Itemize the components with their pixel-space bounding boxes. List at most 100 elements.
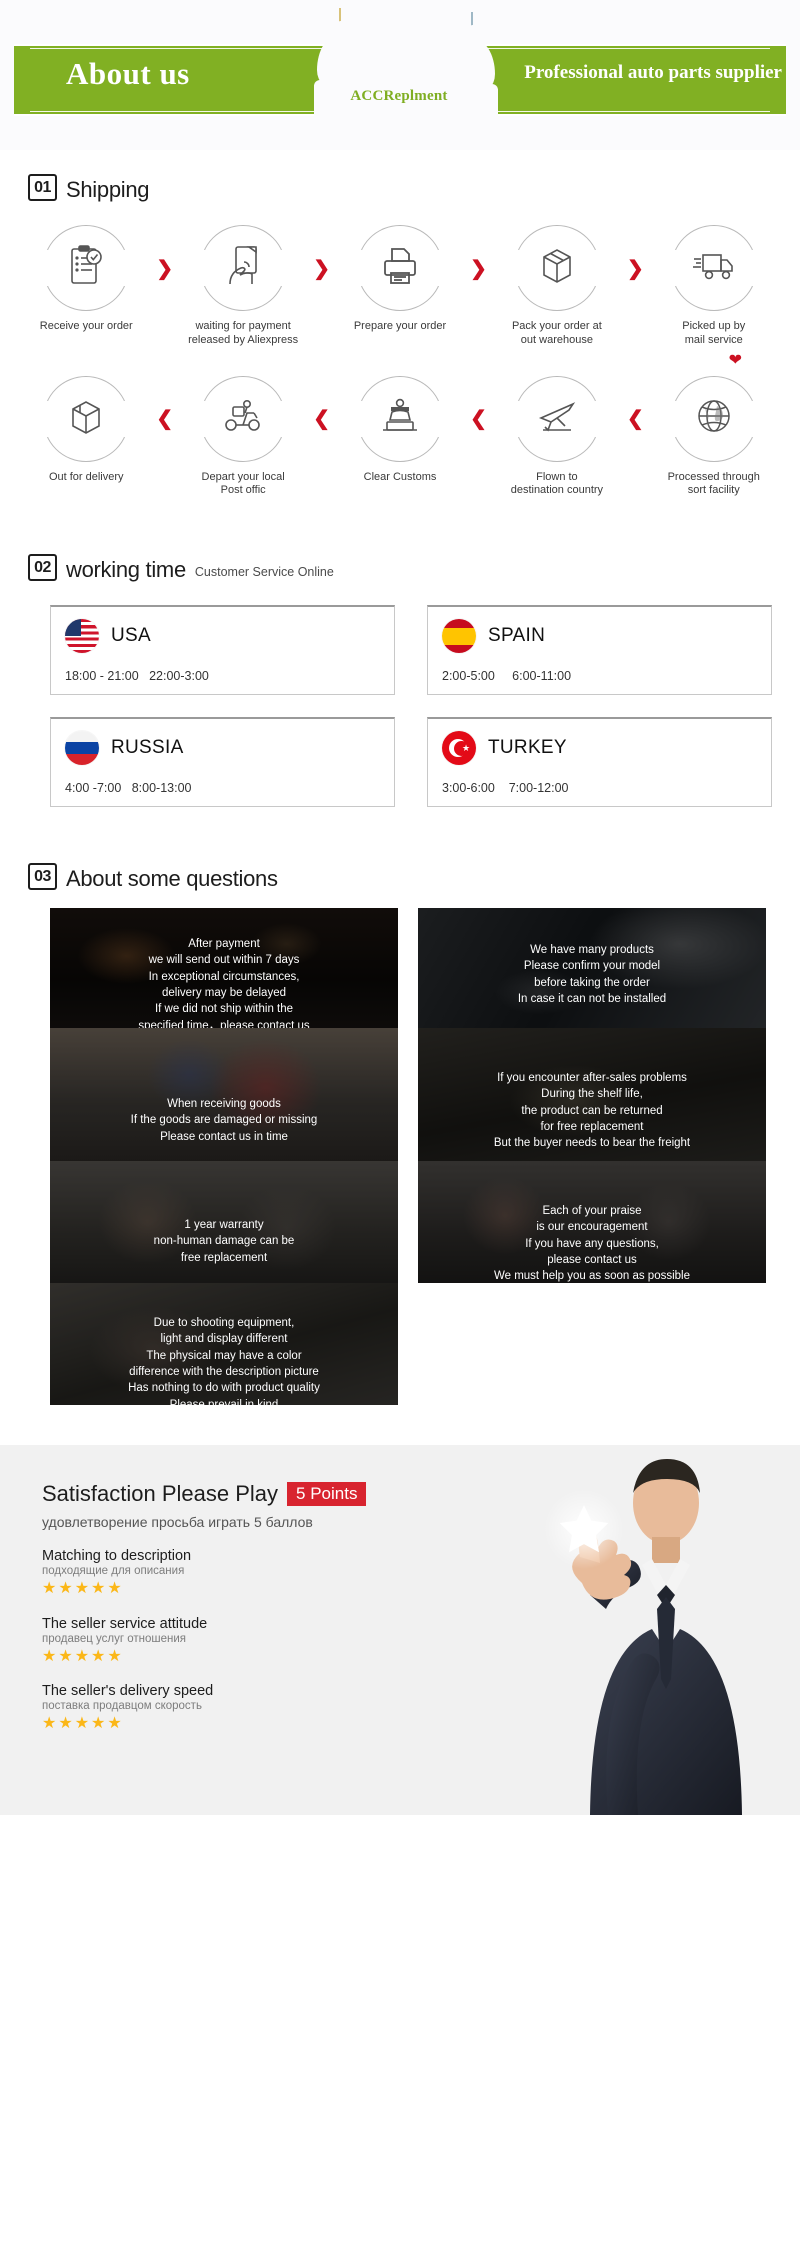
flag-usa-icon [65, 619, 99, 653]
shipping-step: Pack your order at out warehouse [491, 225, 624, 348]
working-time-section-number: 02 [28, 554, 57, 581]
shipping-row-2: Out for delivery ❮ Depart your local Pos… [0, 375, 800, 499]
shipping-step-circle [199, 225, 288, 311]
shipping-step-circle [512, 225, 601, 311]
question-panel-text: When receiving goods If the goods are da… [130, 1098, 318, 1143]
question-panel: When receiving goods If the goods are da… [50, 1028, 398, 1161]
working-time-card-usa: USA 18:00 - 21:00 22:00-3:00 [50, 605, 395, 695]
shipping-step: Processed through sort facility [648, 375, 781, 499]
chevron-left-icon: ❮ [156, 408, 174, 430]
hand-card-icon [222, 244, 264, 293]
globe-icon [693, 395, 735, 442]
shipping-section-title: Shipping [66, 177, 150, 202]
satisfaction-section: Satisfaction Please Play 5 Points удовле… [0, 1445, 800, 1815]
chevron-left-icon: ❮ [626, 408, 644, 430]
shipping-step-circle [42, 225, 131, 311]
questions-columns: After payment we will send out within 7 … [0, 890, 800, 1405]
box-icon [536, 245, 578, 292]
shipping-step-circle [356, 375, 444, 462]
question-panel: After payment we will send out within 7 … [50, 908, 398, 1028]
working-time-country: TURKEY [488, 737, 567, 758]
rating-stars: ★★★★★ [42, 1647, 124, 1665]
chevron-right-icon: ❯ [470, 257, 487, 280]
shipping-step: waiting for payment released by Aliexpre… [177, 225, 310, 348]
satisfaction-title-row: Satisfaction Please Play 5 Points [42, 1481, 430, 1507]
rating-stars: ★★★★★ [42, 1715, 124, 1733]
shipping-section-number: 01 [28, 174, 57, 201]
question-panel: If you encounter after-sales problems Du… [418, 1028, 766, 1161]
working-time-section-subtitle: Customer Service Online [194, 565, 334, 579]
questions-section-head: 03 About some questions [0, 863, 800, 890]
question-panel: 1 year warranty non-human damage can be … [50, 1161, 398, 1283]
shipping-step: Out for delivery [20, 375, 153, 485]
question-panel-text: After payment we will send out within 7 … [138, 938, 310, 1028]
chevron-right-icon: ❯ [626, 257, 644, 280]
rating-item: The seller's delivery speed поставка про… [42, 1683, 430, 1733]
brand-logo-text: ACCReplment [350, 88, 448, 104]
shipping-step-label: Clear Customs [363, 470, 437, 483]
working-time-hours: 4:00 -7:00 8:00-13:00 [65, 781, 192, 795]
flag-turkey-icon: ★ [442, 731, 476, 765]
question-panel: Due to shooting equipment, light and dis… [50, 1283, 398, 1405]
shipping-step: Prepare your order [334, 225, 467, 334]
working-time-section-title: working time [66, 557, 186, 582]
scooter-courier-icon [221, 397, 265, 440]
working-time-hours: 18:00 - 21:00 22:00-3:00 [65, 669, 209, 683]
shipping-step-circle [669, 225, 758, 311]
shipping-step-label: Out for delivery [48, 470, 124, 483]
shipping-step: Depart your local Post offic [177, 375, 310, 499]
shipping-step: Clear Customs [334, 375, 467, 485]
question-panel-text: If you encounter after-sales problems Du… [493, 1072, 691, 1150]
shipping-step: Flown to destination country [491, 375, 624, 499]
about-us-page: About us Professional auto parts supplie… [0, 0, 800, 2244]
working-time-card-turkey: ★ TURKEY 3:00-6:00 7:00-12:00 [427, 717, 772, 807]
airplane-icon [535, 396, 579, 441]
shipping-step-circle [356, 225, 444, 311]
truck-icon [692, 248, 736, 289]
satisfaction-title: Satisfaction Please Play [42, 1481, 279, 1506]
page-header: About us Professional auto parts supplie… [0, 0, 800, 150]
shipping-step-circle [199, 375, 288, 462]
working-time-card-head: RUSSIA [65, 731, 380, 765]
rating-item: The seller service attitude продавец усл… [42, 1616, 430, 1666]
question-panel-text: 1 year warranty non-human damage can be … [153, 1219, 295, 1264]
chevron-left-icon: ❮ [470, 408, 487, 430]
rating-item: Matching to description подходящие для о… [42, 1548, 430, 1598]
flag-russia-icon [65, 731, 99, 765]
question-panel: We have many products Please confirm you… [418, 908, 766, 1028]
open-box-icon [65, 395, 107, 442]
question-panel-text: We have many products Please confirm you… [517, 944, 667, 1005]
shipping-step-label: Picked up by mail service [682, 320, 746, 346]
shipping-step-label: Processed through sort facility [667, 470, 760, 497]
chevron-left-icon: ❮ [313, 408, 330, 430]
questions-section-number: 03 [28, 863, 57, 890]
shipping-section-head: 01 Shipping [0, 174, 800, 201]
shipping-step-label: Flown to destination country [510, 470, 604, 497]
chevron-down-icon: ❤ [728, 351, 742, 369]
working-time-card-spain: SPAIN 2:00-5:00 6:00-11:00 [427, 605, 772, 695]
questions-right-column: We have many products Please confirm you… [418, 908, 766, 1283]
shipping-step-label: Prepare your order [353, 320, 447, 332]
rating-item-title: Matching to description [42, 1548, 192, 1564]
working-time-card-russia: RUSSIA 4:00 -7:00 8:00-13:00 [50, 717, 395, 807]
working-time-country: USA [111, 625, 151, 646]
shipping-step-label: waiting for payment released by Aliexpre… [188, 320, 299, 346]
shipping-step-circle [42, 375, 131, 462]
working-time-country: RUSSIA [111, 737, 184, 758]
questions-left-column: After payment we will send out within 7 … [50, 908, 398, 1405]
chevron-right-icon: ❯ [313, 257, 330, 280]
rating-item-subtitle: продавец услуг отношения [42, 1632, 187, 1645]
working-time-section: 02 working time Customer Service Online … [0, 498, 800, 807]
shipping-step: Receive your order [20, 225, 153, 334]
page-title: About us [66, 56, 190, 91]
shipping-step-label: Receive your order [39, 320, 133, 332]
printer-icon [379, 245, 421, 292]
shipping-step-label: Depart your local Post offic [201, 470, 285, 497]
working-time-card-head: ★ TURKEY [442, 731, 757, 765]
satisfaction-points-badge: 5 Points [287, 1482, 367, 1506]
header-tagline: Professional auto parts supplier [524, 62, 782, 83]
question-panel-text: Due to shooting equipment, light and dis… [128, 1317, 320, 1405]
working-time-card-head: USA [65, 619, 380, 653]
working-time-hours: 2:00-5:00 6:00-11:00 [442, 669, 572, 683]
flag-spain-icon [442, 619, 476, 653]
